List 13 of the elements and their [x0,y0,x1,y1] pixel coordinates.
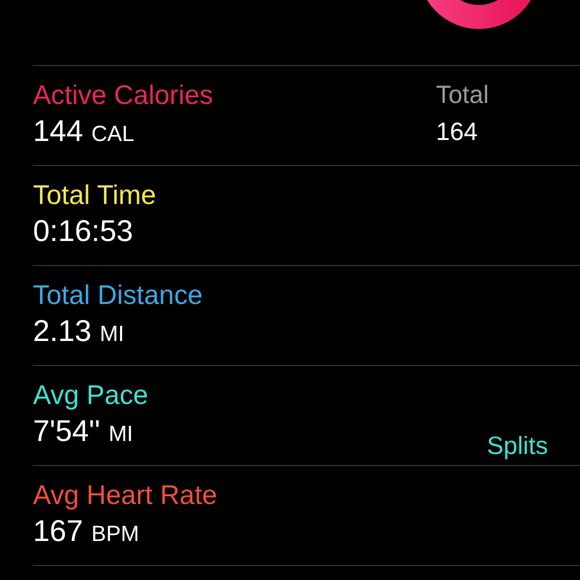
splits-link[interactable]: Splits [486,428,548,466]
metric-value: 7'54'' MI [33,414,134,450]
total-label: Total [436,80,489,111]
metric-value: 0:16:53 [33,214,134,250]
metric-label: Total Distance [33,279,203,312]
metric-value: 2.13 MI [33,314,124,350]
metric-value: 144 CAL [33,114,134,150]
metric-value: 167 BPM [33,514,140,550]
metric-label: Active Calories [33,79,214,112]
metric-label: Avg Heart Rate [33,479,218,512]
total-value: 164 [436,117,478,148]
metric-label: Avg Pace [33,379,148,412]
metric-label: Total Time [33,179,156,212]
